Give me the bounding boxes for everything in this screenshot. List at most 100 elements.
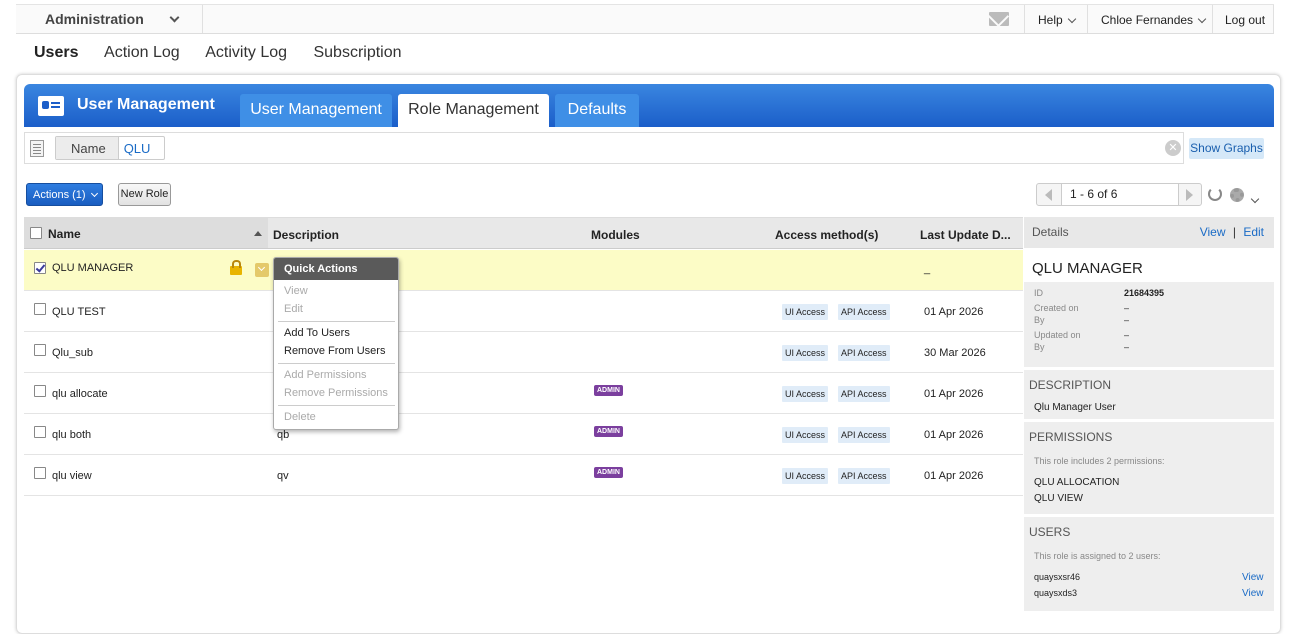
filter-chip[interactable]: Name QLU bbox=[55, 136, 166, 160]
help-menu[interactable]: Help bbox=[1024, 5, 1087, 33]
table-row[interactable]: qlu allocate ADMIN UI Access API Access … bbox=[24, 373, 1023, 414]
list-icon[interactable] bbox=[30, 140, 44, 157]
tab-role-management[interactable]: Role Management bbox=[398, 94, 549, 127]
column-name[interactable]: Name bbox=[24, 218, 268, 248]
user-view-link[interactable]: View bbox=[1242, 588, 1264, 599]
table-row[interactable]: qlu view qv ADMIN UI Access API Access 0… bbox=[24, 455, 1023, 496]
top-bar: Administration Help Chloe Fernandes Log … bbox=[16, 4, 1274, 34]
permissions-section: PERMISSIONS This role includes 2 permiss… bbox=[1024, 422, 1274, 514]
gear-icon[interactable] bbox=[1230, 188, 1244, 202]
by2-label: By bbox=[1034, 342, 1045, 352]
row-checkbox[interactable] bbox=[34, 303, 46, 315]
by-label: By bbox=[1034, 315, 1045, 325]
settings-chevron[interactable] bbox=[1250, 189, 1260, 207]
row-checkbox[interactable] bbox=[34, 467, 46, 479]
module-badge: ADMIN bbox=[594, 426, 623, 437]
pager: 1 - 6 of 6 bbox=[1036, 183, 1202, 206]
select-all-checkbox[interactable] bbox=[30, 227, 42, 239]
row-checkbox[interactable] bbox=[34, 385, 46, 397]
by-value: – bbox=[1124, 315, 1130, 325]
role-description: qv bbox=[277, 470, 289, 482]
role-name[interactable]: QLU TEST bbox=[52, 306, 106, 318]
row-checkbox[interactable] bbox=[34, 262, 46, 274]
show-graphs-button[interactable]: Show Graphs bbox=[1189, 138, 1264, 159]
filter-bar[interactable]: Name QLU bbox=[24, 132, 1184, 164]
details-links: View | Edit bbox=[1200, 225, 1264, 239]
tab-defaults[interactable]: Defaults bbox=[555, 94, 639, 127]
description-section: DESCRIPTION Qlu Manager User bbox=[1024, 370, 1274, 419]
column-description[interactable]: Description bbox=[273, 228, 339, 242]
role-name[interactable]: Qlu_sub bbox=[52, 347, 93, 359]
nav-subscription[interactable]: Subscription bbox=[313, 44, 401, 61]
by2-value: – bbox=[1124, 342, 1130, 352]
role-name[interactable]: qlu allocate bbox=[52, 388, 108, 400]
prev-page-icon[interactable] bbox=[1045, 189, 1052, 201]
module-title: User Management bbox=[77, 96, 215, 113]
role-name[interactable]: QLU MANAGER bbox=[52, 262, 133, 274]
table-header: Name Description Modules Access method(s… bbox=[24, 217, 1023, 249]
column-modules[interactable]: Modules bbox=[591, 228, 640, 242]
permission-item: QLU ALLOCATION bbox=[1034, 477, 1120, 488]
user-menu[interactable]: Chloe Fernandes bbox=[1087, 5, 1212, 33]
role-name[interactable]: qlu view bbox=[52, 470, 92, 482]
user-view-link[interactable]: View bbox=[1242, 572, 1264, 583]
tab-user-management[interactable]: User Management bbox=[240, 94, 392, 127]
administration-label: Administration bbox=[45, 11, 144, 27]
clear-filter-icon[interactable]: ✕ bbox=[1165, 140, 1181, 156]
column-access[interactable]: Access method(s) bbox=[775, 228, 878, 242]
role-name[interactable]: qlu both bbox=[52, 429, 91, 441]
row-checkbox[interactable] bbox=[34, 426, 46, 438]
created-label: Created on bbox=[1034, 303, 1079, 313]
chevron-down-icon bbox=[90, 189, 98, 198]
table-row[interactable]: Qlu_sub UI Access API Access 30 Mar 2026 bbox=[24, 332, 1023, 373]
divider bbox=[278, 363, 395, 364]
last-update: 30 Mar 2026 bbox=[924, 347, 986, 359]
qa-view: View bbox=[284, 285, 308, 297]
details-panel: Details View | Edit QLU MANAGER ID 21684… bbox=[1024, 217, 1274, 611]
id-value: 21684395 bbox=[1124, 288, 1165, 298]
table-row[interactable]: QLU MANAGER _ bbox=[24, 250, 1023, 291]
access-badge: API Access bbox=[838, 345, 890, 361]
updated-value: – bbox=[1124, 330, 1130, 340]
access-badge: API Access bbox=[838, 468, 890, 484]
mail-icon[interactable] bbox=[989, 12, 1009, 26]
table-row[interactable]: QLU TEST UI Access API Access 01 Apr 202… bbox=[24, 291, 1023, 332]
details-view-link[interactable]: View bbox=[1200, 225, 1226, 239]
table-row[interactable]: qlu both qb ADMIN UI Access API Access 0… bbox=[24, 414, 1023, 455]
administration-menu[interactable]: Administration bbox=[16, 5, 203, 33]
sort-ascending-icon[interactable] bbox=[254, 231, 262, 236]
row-checkbox[interactable] bbox=[34, 344, 46, 356]
nav-activity-log[interactable]: Activity Log bbox=[205, 44, 287, 61]
actions-button[interactable]: Actions (1) bbox=[26, 183, 103, 206]
access-badge: UI Access bbox=[782, 386, 829, 402]
users-section: USERS This role is assigned to 2 users: … bbox=[1024, 517, 1274, 611]
quick-actions-menu: Quick Actions View Edit Add To Users Rem… bbox=[273, 257, 399, 430]
new-role-button[interactable]: New Role bbox=[118, 183, 171, 206]
permissions-header: PERMISSIONS bbox=[1029, 430, 1113, 444]
qa-remove-from-users[interactable]: Remove From Users bbox=[284, 345, 385, 357]
logout-link[interactable]: Log out bbox=[1212, 5, 1274, 33]
permissions-note: This role includes 2 permissions: bbox=[1034, 456, 1165, 466]
access-badge: API Access bbox=[838, 427, 890, 443]
divider bbox=[278, 405, 395, 406]
row-menu-button[interactable] bbox=[255, 263, 269, 277]
refresh-icon[interactable] bbox=[1208, 187, 1222, 201]
next-page-icon[interactable] bbox=[1186, 189, 1193, 201]
nav-users[interactable]: Users bbox=[34, 44, 78, 61]
id-card-icon bbox=[38, 96, 64, 116]
actions-label: Actions (1) bbox=[33, 189, 86, 201]
column-last-update[interactable]: Last Update D... bbox=[920, 228, 1011, 242]
lock-icon bbox=[230, 260, 242, 275]
filter-key: Name bbox=[56, 137, 119, 159]
last-update: _ bbox=[924, 263, 931, 275]
access-badge: UI Access bbox=[782, 304, 829, 320]
details-edit-link[interactable]: Edit bbox=[1243, 225, 1264, 239]
chevron-down-icon bbox=[1067, 14, 1076, 24]
last-update: 01 Apr 2026 bbox=[924, 470, 984, 482]
user-item: quaysxsr46 bbox=[1034, 572, 1081, 582]
nav-action-log[interactable]: Action Log bbox=[104, 44, 180, 61]
sub-nav: Users Action Log Activity Log Subscripti… bbox=[34, 44, 424, 62]
user-item: quaysxds3 bbox=[1034, 588, 1078, 598]
qa-delete: Delete bbox=[284, 411, 316, 423]
qa-add-to-users[interactable]: Add To Users bbox=[284, 327, 350, 339]
